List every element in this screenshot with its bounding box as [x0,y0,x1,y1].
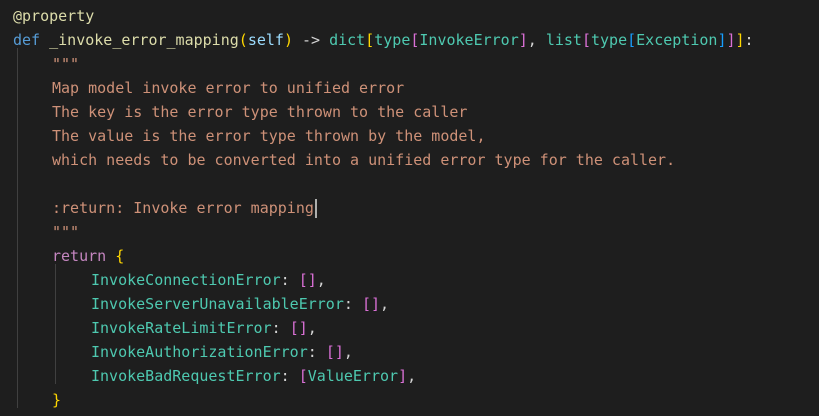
function-name: _invoke_error_mapping [49,31,239,49]
list-close: ] [298,319,308,337]
type-type: type [374,31,411,49]
entry-comma: , [380,295,390,313]
list-close: ] [307,271,317,289]
entry-key: InvokeConnectionError [91,271,281,289]
entry-sep: : [280,367,299,385]
exception-type: Exception [636,31,718,49]
list-open: [ [298,271,308,289]
return-keyword: return [52,247,107,265]
entry-comma: , [343,343,353,361]
self-param: self [247,31,284,49]
docstring-return-line: :return: Invoke error mapping [52,196,317,220]
entry-comma: , [307,319,317,337]
bracket: [ [581,31,591,49]
docstring-open: """ [52,55,80,73]
brace-close: } [52,391,62,409]
bracket: ] [518,31,528,49]
bracket: ] [726,31,736,49]
entry-key: InvokeBadRequestError [91,367,281,385]
entry-key: InvokeServerUnavailableError [91,295,344,313]
type-type: type [591,31,628,49]
mapping-entry: InvokeConnectionError: [], [91,268,326,292]
bracket: [ [627,31,637,49]
list-type: list [545,31,582,49]
list-open: [ [361,295,371,313]
entry-comma: , [407,367,417,385]
entry-key: InvokeAuthorizationError [91,343,308,361]
brace-open: { [115,247,125,265]
entry-key: InvokeRateLimitError [91,319,272,337]
entry-sep: : [280,271,299,289]
return-arrow: -> [292,31,330,49]
paren-close: ) [283,31,293,49]
decorator: @property [13,7,95,25]
docstring-line: Map model invoke error to unified error [52,79,405,97]
list-close: ] [398,367,408,385]
mapping-entry: InvokeAuthorizationError: [], [91,340,353,364]
entry-sep: : [343,295,362,313]
bracket: ] [735,31,745,49]
list-close: ] [370,295,380,313]
comma: , [527,31,546,49]
list-open: [ [325,343,335,361]
indent-guide [55,264,56,384]
colon: : [744,31,754,49]
code-editor[interactable]: @property def _invoke_error_mapping(self… [0,0,819,416]
code-line-return: return { [52,244,124,268]
docstring-line: The key is the error type thrown to the … [52,103,468,121]
docstring-line: which needs to be converted into a unifi… [52,151,676,169]
list-open: [ [289,319,299,337]
bracket: [ [365,31,375,49]
docstring-line: The value is the error type thrown by th… [52,127,486,145]
def-keyword: def [13,31,41,49]
invoke-error-type: InvokeError [419,31,519,49]
list-open: [ [298,367,308,385]
entry-sep: : [307,343,326,361]
indent-guide [17,48,18,408]
mapping-entry: InvokeRateLimitError: [], [91,316,317,340]
entry-value: ValueError [307,367,399,385]
entry-comma: , [316,271,326,289]
entry-sep: : [271,319,290,337]
docstring-close: """ [52,223,80,241]
code-line-def: def _invoke_error_mapping(self) -> dict[… [13,28,754,52]
docstring-line: :return: Invoke error mapping [52,199,314,217]
dict-type: dict [329,31,366,49]
code-line-decorator: @property [13,4,94,28]
text-cursor [314,199,317,218]
paren-open: ( [238,31,248,49]
mapping-entry: InvokeBadRequestError: [ValueError], [91,364,416,388]
mapping-entry: InvokeServerUnavailableError: [], [91,292,389,316]
list-close: ] [334,343,344,361]
